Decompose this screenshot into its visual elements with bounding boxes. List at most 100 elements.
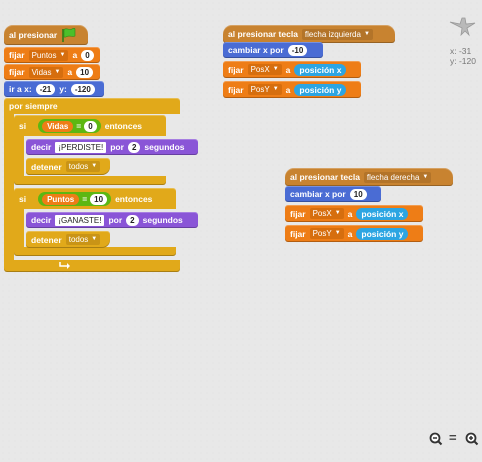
say-lost-block[interactable]: decir ¡PERDISTE! por 2 segundos — [26, 139, 198, 155]
equals-operator[interactable]: Vidas = 0 — [38, 119, 101, 133]
green-flag-icon — [62, 28, 76, 42]
y-input[interactable]: -120 — [70, 83, 95, 95]
compare-value-input[interactable]: 10 — [90, 193, 108, 205]
if-label: si — [19, 194, 27, 204]
if-points-header[interactable]: si Puntos = 10 entonces — [14, 190, 157, 208]
stop-all-block[interactable]: detener todos ▼ — [26, 231, 110, 248]
seconds-label: segundos — [142, 215, 183, 225]
key-dropdown[interactable]: flecha izquierda ▼ — [301, 28, 373, 40]
when-key-pressed-block[interactable]: al presionar tecla flecha derecha ▼ — [285, 168, 453, 186]
variable-dropdown[interactable]: Vidas ▼ — [28, 66, 64, 78]
zoom-out-icon[interactable] — [429, 432, 443, 449]
variable-dropdown[interactable]: PosY ▼ — [247, 84, 282, 95]
goto-xy-block[interactable]: ir a x: -21 y: -120 — [4, 81, 104, 97]
set-label: fijar — [290, 228, 306, 239]
x-position-reporter[interactable]: posición x — [356, 207, 409, 220]
set-lives-block[interactable]: fijar Vidas ▼ a 10 — [4, 64, 100, 80]
to-label: a — [347, 208, 353, 219]
sprite-x-readout: x: -31 — [450, 46, 472, 56]
then-label: entonces — [115, 194, 153, 204]
chevron-down-icon: ▼ — [54, 68, 61, 75]
loop-arrow-icon — [59, 262, 70, 269]
forever-label: por siempre — [9, 101, 58, 111]
set-label: fijar — [228, 84, 244, 95]
chevron-down-icon: ▼ — [272, 86, 279, 92]
to-label: a — [285, 64, 291, 75]
zoom-reset-icon[interactable]: = — [449, 430, 457, 445]
change-x-label: cambiar x por — [228, 45, 284, 55]
set-posy-block[interactable]: fijar PosY ▼ a posición y — [285, 225, 423, 242]
message-input[interactable]: ¡PERDISTE! — [55, 141, 107, 153]
sprite-y-readout: y: -120 — [450, 56, 476, 66]
value-input[interactable]: 10 — [76, 66, 94, 78]
say-won-block[interactable]: decir ¡GANASTE! por 2 segundos — [26, 212, 198, 228]
variable-dropdown[interactable]: PosX ▼ — [309, 208, 344, 219]
when-flag-label: al presionar — [9, 30, 58, 40]
x-input[interactable]: -21 — [35, 83, 56, 95]
to-label: a — [347, 228, 353, 239]
points-reporter[interactable]: Puntos — [42, 193, 80, 205]
chevron-down-icon: ▼ — [91, 163, 98, 169]
when-key-pressed-block[interactable]: al presionar tecla flecha izquierda ▼ — [223, 25, 395, 43]
seconds-label: segundos — [144, 142, 185, 152]
set-posx-block[interactable]: fijar PosX ▼ a posición x — [223, 61, 361, 78]
set-label: fijar — [228, 64, 244, 75]
chevron-down-icon: ▼ — [59, 51, 66, 58]
for-label: por — [108, 215, 123, 225]
when-key-label: al presionar tecla — [290, 172, 360, 182]
key-dropdown[interactable]: flecha derecha ▼ — [363, 171, 432, 183]
set-posx-block[interactable]: fijar PosX ▼ a posición x — [285, 205, 423, 222]
x-position-reporter[interactable]: posición x — [294, 63, 347, 76]
equals-operator[interactable]: Puntos = 10 — [38, 192, 112, 206]
change-x-block[interactable]: cambiar x por 10 — [285, 186, 381, 202]
say-label: decir — [31, 142, 52, 152]
sprite-thumbnail-icon — [449, 17, 476, 37]
y-position-reporter[interactable]: posición y — [356, 227, 409, 240]
chevron-down-icon: ▼ — [422, 173, 429, 180]
compare-value-input[interactable]: 0 — [84, 120, 97, 132]
if-lives-header[interactable]: si Vidas = 0 entonces — [14, 117, 147, 135]
to-label: a — [72, 50, 78, 60]
chevron-down-icon: ▼ — [91, 236, 98, 242]
set-points-block[interactable]: fijar Puntos ▼ a 0 — [4, 47, 100, 63]
say-label: decir — [31, 215, 52, 225]
to-label: a — [67, 67, 73, 77]
equals-sign: = — [82, 194, 88, 204]
change-value-input[interactable]: -10 — [287, 44, 308, 56]
set-label: fijar — [9, 67, 25, 77]
chevron-down-icon: ▼ — [272, 66, 279, 72]
change-x-block[interactable]: cambiar x por -10 — [223, 42, 323, 58]
set-label: fijar — [290, 208, 306, 219]
chevron-down-icon: ▼ — [334, 210, 341, 216]
variable-dropdown[interactable]: Puntos ▼ — [28, 49, 69, 61]
set-posy-block[interactable]: fijar PosY ▼ a posición y — [223, 81, 361, 98]
change-value-input[interactable]: 10 — [349, 188, 367, 200]
change-x-label: cambiar x por — [290, 189, 346, 199]
stop-label: detener — [31, 234, 62, 245]
stop-all-block[interactable]: detener todos ▼ — [26, 158, 110, 175]
lives-reporter[interactable]: Vidas — [42, 120, 74, 132]
seconds-input[interactable]: 2 — [127, 141, 141, 153]
stop-label: detener — [31, 161, 62, 172]
chevron-down-icon: ▼ — [363, 30, 370, 37]
variable-dropdown[interactable]: PosY ▼ — [309, 228, 344, 239]
for-label: por — [110, 142, 124, 152]
chevron-down-icon: ▼ — [334, 230, 341, 236]
then-label: entonces — [104, 121, 143, 131]
stop-dropdown[interactable]: todos ▼ — [65, 161, 101, 172]
when-key-label: al presionar tecla — [228, 29, 298, 39]
zoom-in-icon[interactable] — [465, 432, 479, 449]
message-input[interactable]: ¡GANASTE! — [55, 214, 105, 226]
y-label: y: — [59, 84, 67, 94]
goto-label: ir a x: — [9, 84, 32, 94]
to-label: a — [285, 84, 291, 95]
y-position-reporter[interactable]: posición y — [294, 83, 347, 96]
set-label: fijar — [9, 50, 25, 60]
when-flag-clicked-block[interactable]: al presionar — [4, 25, 88, 45]
seconds-input[interactable]: 2 — [126, 214, 139, 226]
stop-dropdown[interactable]: todos ▼ — [65, 234, 101, 245]
value-input[interactable]: 0 — [81, 49, 94, 61]
equals-sign: = — [76, 121, 82, 131]
variable-dropdown[interactable]: PosX ▼ — [247, 64, 282, 75]
if-label: si — [19, 121, 27, 131]
